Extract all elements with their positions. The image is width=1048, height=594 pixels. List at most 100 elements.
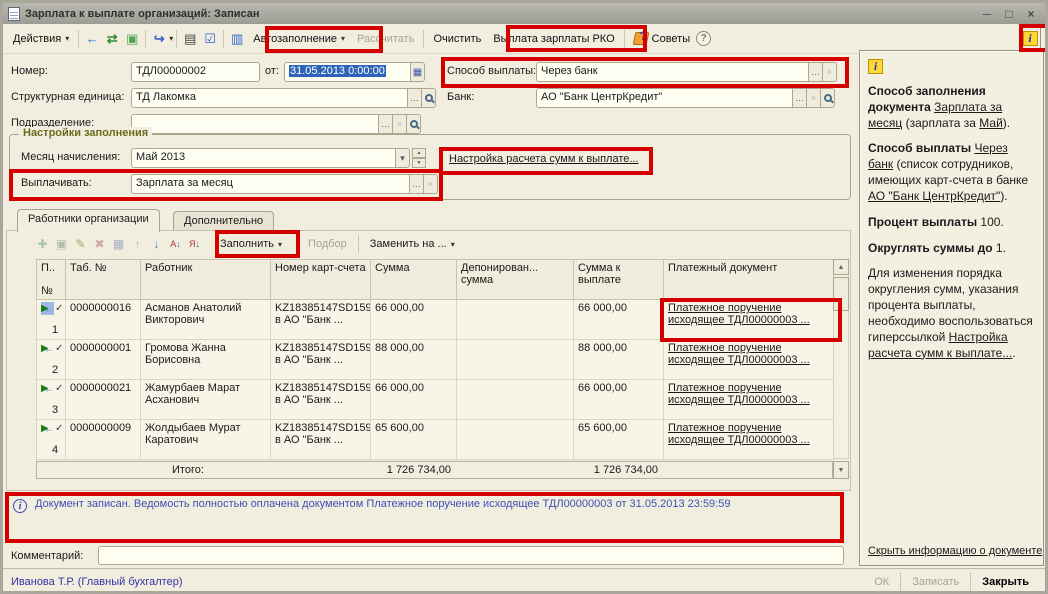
scroll-down-icon[interactable]: ▼: [833, 461, 849, 479]
magnifier-icon[interactable]: [421, 88, 436, 108]
document-info-button[interactable]: i: [1019, 27, 1041, 49]
pay-method-field[interactable]: Через банк … ×: [536, 62, 837, 82]
col-account[interactable]: Номер карт-счета: [271, 260, 371, 300]
sort-desc-icon[interactable]: Я↓: [185, 235, 204, 254]
payment-doc-link[interactable]: Платежное поручение исходящее ТДЛ0000000…: [668, 382, 810, 406]
toolbar-separator: [423, 30, 424, 48]
number-field[interactable]: ТДЛ00000002: [131, 62, 260, 82]
comment-input[interactable]: [98, 546, 844, 565]
pay-method-label: Способ выплаты:: [447, 65, 536, 77]
document-status-message: i Документ записан. Ведомость полностью …: [13, 498, 813, 513]
calculate-button[interactable]: Рассчитать: [351, 30, 420, 48]
actions-menu-button[interactable]: Действия ▾: [7, 30, 75, 48]
write-button[interactable]: Записать: [904, 574, 967, 590]
table-row[interactable]: ▶←✓2 0000000001 Громова Жанна Борисовна …: [37, 340, 834, 380]
list-settings-icon[interactable]: ▤: [180, 29, 200, 49]
checkbox-list-icon[interactable]: ☑: [200, 29, 220, 49]
delete-row-icon[interactable]: ✖: [90, 235, 109, 254]
structural-unit-label: Структурная единица:: [11, 91, 124, 103]
structural-unit-field[interactable]: ТД Лакомка …: [131, 88, 436, 108]
col-payable[interactable]: Сумма к выплате: [574, 260, 664, 300]
select-button[interactable]: …: [808, 62, 823, 82]
col-amount[interactable]: Сумма: [371, 260, 457, 300]
accrual-month-field[interactable]: Май 2013 ▾ ▲ ▼: [131, 148, 426, 168]
pay-salary-rko-button[interactable]: Выплата зарплаты РКО: [487, 30, 620, 48]
move-down-icon[interactable]: ↓: [147, 235, 166, 254]
close-button[interactable]: ×: [1021, 6, 1041, 22]
help-icon[interactable]: ?: [696, 31, 711, 46]
fill-button[interactable]: Заполнить ▾: [212, 235, 290, 253]
scrollbar-thumb[interactable]: [833, 277, 849, 311]
clear-button[interactable]: Очистить: [427, 30, 487, 48]
payment-doc-link[interactable]: Платежное поручение исходящее ТДЛ0000000…: [668, 422, 810, 446]
edit-row-icon[interactable]: ✎: [71, 235, 90, 254]
table-row[interactable]: ▶←✓1 0000000016 Асманов Анатолий Викторо…: [37, 300, 834, 340]
add-row-icon[interactable]: ✚: [33, 235, 52, 254]
clear-field-icon[interactable]: ×: [822, 62, 837, 82]
refresh-icon[interactable]: ⇄: [102, 29, 122, 49]
check-icon: ✓: [55, 342, 63, 355]
table-row[interactable]: ▶←✓3 0000000021 Жамурбаев Марат Асханови…: [37, 380, 834, 420]
autofill-button[interactable]: Автозаполнение ▾: [247, 30, 351, 48]
end-edit-icon[interactable]: ▦: [109, 235, 128, 254]
toolbar-separator: [900, 573, 901, 591]
magnifier-icon[interactable]: [820, 88, 835, 108]
info-fill-method: Способ заполнения документа Зарплата за …: [868, 84, 1035, 131]
bank-field[interactable]: АО "Банк ЦентрКредит" … ×: [536, 88, 835, 108]
select-button[interactable]: …: [378, 114, 393, 134]
table-row[interactable]: ▶←✓4 0000000009 Жолдыбаев Мурат Каратови…: [37, 420, 834, 460]
month-spinner[interactable]: ▲ ▼: [412, 148, 426, 168]
col-tab-no[interactable]: Таб. №: [66, 260, 141, 300]
ok-button[interactable]: ОК: [866, 574, 897, 590]
payout-calc-settings-link[interactable]: Настройка расчета сумм к выплате...: [449, 153, 639, 165]
select-button[interactable]: …: [792, 88, 807, 108]
chevron-down-icon: ▾: [341, 34, 345, 43]
replace-with-button[interactable]: Заменить на ... ▾: [362, 235, 463, 253]
maximize-button[interactable]: □: [999, 6, 1019, 22]
date-field[interactable]: 31.05.2013 0:00:00 ▦: [284, 62, 425, 82]
clear-field-icon[interactable]: ×: [806, 88, 821, 108]
col-employee[interactable]: Работник: [141, 260, 271, 300]
department-field[interactable]: … ×: [131, 114, 421, 134]
col-doc[interactable]: Платежный документ: [664, 260, 834, 300]
clear-field-icon[interactable]: ×: [392, 114, 407, 134]
select-button[interactable]: …: [407, 88, 422, 108]
chevron-down-icon[interactable]: ▾: [169, 34, 173, 43]
status-bar: Иванова Т.Р. (Главный бухгалтер) ОК Запи…: [3, 568, 1045, 594]
tab-employees[interactable]: Работники организации: [17, 209, 160, 232]
table-header-row: П..№ Таб. № Работник Номер карт-счета Су…: [37, 260, 834, 300]
toolbar-separator: [970, 573, 971, 591]
toolbar-separator: [145, 30, 146, 48]
comment-label: Комментарий:: [11, 550, 83, 562]
move-up-icon[interactable]: ↑: [128, 235, 147, 254]
month-link[interactable]: Май: [979, 116, 1003, 130]
close-window-button[interactable]: Закрыть: [974, 574, 1037, 590]
toolbar-separator: [176, 30, 177, 48]
copy-row-icon[interactable]: ▣: [52, 235, 71, 254]
sort-asc-icon[interactable]: А↓: [166, 235, 185, 254]
minimize-button[interactable]: ─: [977, 6, 997, 22]
scroll-up-icon[interactable]: ▲: [833, 259, 849, 275]
document-structure-icon[interactable]: ▥: [227, 29, 247, 49]
bank-link[interactable]: АО "Банк ЦентрКредит": [868, 189, 1000, 203]
tips-button[interactable]: ? Советы: [628, 29, 696, 48]
toolbar-separator: [78, 30, 79, 48]
hide-document-info-link[interactable]: Скрыть информацию о документе: [868, 544, 1042, 559]
tab-additional[interactable]: Дополнительно: [173, 211, 274, 230]
col-deposited[interactable]: Депонирован... сумма: [457, 260, 574, 300]
record-icon[interactable]: ←: [82, 29, 102, 49]
clear-field-icon[interactable]: ×: [423, 174, 438, 194]
select-button[interactable]: …: [409, 174, 424, 194]
copy-add-icon[interactable]: ▣: [122, 29, 142, 49]
payment-doc-link[interactable]: Платежное поручение исходящее ТДЛ0000000…: [668, 302, 810, 326]
magnifier-icon[interactable]: [406, 114, 421, 134]
pick-button[interactable]: Подбор: [300, 235, 355, 253]
goto-icon[interactable]: ↪: [149, 29, 169, 49]
dropdown-icon[interactable]: ▾: [395, 148, 410, 168]
accrual-month-label: Месяц начисления:: [21, 151, 120, 163]
document-icon: [8, 7, 20, 21]
payment-doc-link[interactable]: Платежное поручение исходящее ТДЛ0000000…: [668, 342, 810, 366]
row-marker-icon: ▶←: [41, 422, 54, 435]
calendar-icon[interactable]: ▦: [410, 62, 425, 82]
pay-out-field[interactable]: Зарплата за месяц … ×: [131, 174, 438, 194]
